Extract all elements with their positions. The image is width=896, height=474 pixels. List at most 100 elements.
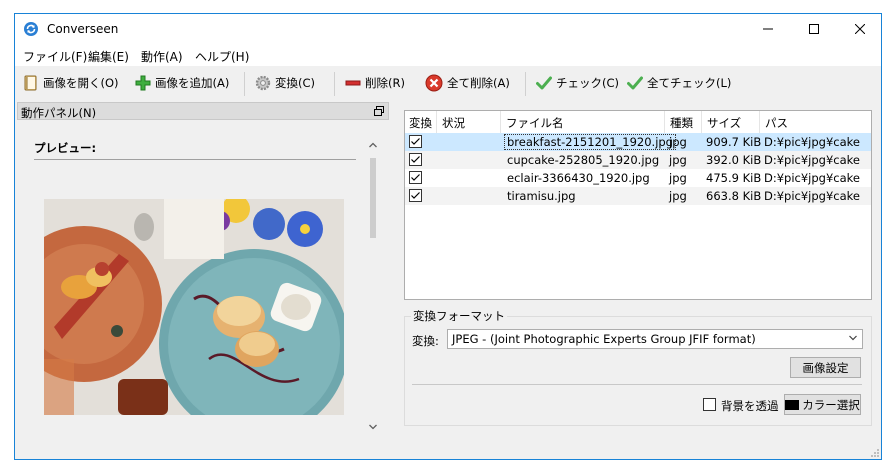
format-group-title: 変換フォーマット — [411, 308, 507, 324]
table-row[interactable]: breakfast-2151201_1920.jpg jpg 909.7 KiB… — [405, 133, 871, 151]
checkmark-icon — [411, 156, 420, 163]
column-header-type[interactable]: 種類 — [665, 111, 702, 133]
plus-icon — [135, 75, 151, 91]
image-settings-button[interactable]: 画像設定 — [790, 357, 861, 378]
type-cell: jpg — [669, 135, 687, 149]
checkmark-icon — [536, 76, 552, 90]
preview-scrollbar[interactable] — [367, 140, 379, 436]
menu-bar: ファイル(F) 編集(E) 動作(A) ヘルプ(H) — [15, 44, 881, 66]
preview-divider — [34, 159, 356, 160]
checkmark-icon — [411, 138, 420, 145]
check-all-button[interactable]: 全てチェック(L) — [627, 72, 731, 94]
scroll-up-icon[interactable] — [367, 140, 379, 150]
type-cell: jpg — [669, 153, 687, 167]
dock-panel-header: 動作パネル(N) — [17, 102, 389, 120]
path-cell: D:¥pic¥jpg¥cake — [764, 135, 860, 149]
chevron-down-icon — [849, 335, 857, 341]
scroll-down-icon[interactable] — [367, 422, 379, 432]
filename-cell: tiramisu.jpg — [507, 189, 576, 203]
color-select-button[interactable]: カラー選択 — [784, 394, 861, 415]
close-button[interactable] — [837, 14, 881, 44]
format-divider — [412, 384, 862, 385]
menu-help[interactable]: ヘルプ(H) — [195, 48, 249, 65]
table-row[interactable]: eclair-3366430_1920.jpg jpg 475.9 KiB D:… — [405, 169, 871, 187]
table-row[interactable]: tiramisu.jpg jpg 663.8 KiB D:¥pic¥jpg¥ca… — [405, 187, 871, 205]
row-checkbox[interactable] — [409, 171, 422, 184]
column-header-status[interactable]: 状況 — [437, 111, 501, 133]
checkmark-icon — [627, 76, 643, 90]
toolbar: 画像を開く(O) 画像を追加(A) 変換(C) 削除(R) 全て削除(A) チェ… — [15, 66, 881, 100]
menu-file[interactable]: ファイル(F) — [23, 48, 87, 65]
open-images-button[interactable]: 画像を開く(O) — [23, 72, 119, 94]
float-window-icon[interactable] — [374, 106, 384, 116]
open-images-label: 画像を開く(O) — [43, 76, 119, 90]
column-header-filename[interactable]: ファイル名 — [501, 111, 665, 133]
row-checkbox[interactable] — [409, 135, 422, 148]
convert-label: 変換(C) — [275, 76, 316, 90]
convert-button[interactable]: 変換(C) — [255, 72, 315, 94]
table-row[interactable]: cupcake-252805_1920.jpg jpg 392.0 KiB D:… — [405, 151, 871, 169]
main-window: Converseen ファイル(F) 編集(E) 動作(A) ヘルプ(H) 画像… — [14, 13, 882, 460]
book-icon — [24, 75, 37, 91]
row-checkbox[interactable] — [409, 189, 422, 202]
preview-image — [44, 199, 344, 415]
size-cell: 475.9 KiB — [706, 171, 762, 185]
toolbar-separator — [525, 72, 526, 96]
file-table[interactable]: 変換 状況 ファイル名 種類 サイズ パス breakfast-2151201_… — [404, 110, 872, 300]
color-swatch — [785, 399, 800, 410]
column-header-convert[interactable]: 変換 — [405, 111, 437, 133]
resize-grip-icon[interactable] — [870, 448, 880, 458]
filename-cell: cupcake-252805_1920.jpg — [507, 153, 660, 167]
toolbar-separator — [244, 72, 245, 96]
scrollbar-thumb[interactable] — [370, 158, 376, 238]
title-bar: Converseen — [15, 14, 881, 44]
preview-label: プレビュー: — [34, 141, 97, 155]
checkmark-icon — [411, 174, 420, 181]
type-cell: jpg — [669, 189, 687, 203]
path-cell: D:¥pic¥jpg¥cake — [764, 153, 860, 167]
path-cell: D:¥pic¥jpg¥cake — [764, 189, 860, 203]
dock-panel-title: 動作パネル(N) — [21, 106, 97, 120]
color-select-label: カラー選択 — [802, 397, 860, 412]
size-cell: 663.8 KiB — [706, 189, 762, 203]
menu-edit[interactable]: 編集(E) — [88, 48, 129, 65]
filename-cell: eclair-3366430_1920.jpg — [507, 171, 650, 185]
minimize-icon — [763, 28, 773, 30]
checkmark-icon — [411, 192, 420, 199]
window-title: Converseen — [47, 22, 119, 36]
delete-circle-icon — [425, 74, 443, 92]
size-cell: 392.0 KiB — [706, 153, 762, 167]
check-label: チェック(C) — [556, 76, 620, 90]
remove-all-label: 全て削除(A) — [447, 76, 510, 90]
minimize-button[interactable] — [745, 14, 791, 44]
toolbar-separator — [334, 72, 335, 96]
app-refresh-icon — [24, 22, 38, 36]
transparent-background-checkbox[interactable] — [703, 398, 716, 411]
close-icon — [855, 24, 865, 34]
check-all-label: 全てチェック(L) — [647, 76, 732, 90]
column-header-path[interactable]: パス — [760, 111, 871, 133]
image-settings-label: 画像設定 — [802, 360, 849, 375]
minus-icon — [345, 80, 361, 86]
remove-button[interactable]: 削除(R) — [345, 72, 405, 94]
maximize-button[interactable] — [791, 14, 837, 44]
check-button[interactable]: チェック(C) — [536, 72, 619, 94]
type-cell: jpg — [669, 171, 687, 185]
gear-icon — [255, 75, 271, 91]
remove-all-button[interactable]: 全て削除(A) — [425, 72, 510, 94]
add-images-label: 画像を追加(A) — [155, 76, 230, 90]
size-cell: 909.7 KiB — [706, 135, 762, 149]
preview-panel: プレビュー: — [17, 120, 389, 436]
transparent-background-label: 背景を透過 — [721, 399, 779, 413]
maximize-icon — [809, 24, 819, 34]
add-images-button[interactable]: 画像を追加(A) — [135, 72, 229, 94]
remove-label: 削除(R) — [365, 76, 405, 90]
filename-cell: breakfast-2151201_1920.jpg — [504, 134, 676, 150]
row-checkbox[interactable] — [409, 153, 422, 166]
format-selected-value: JPEG - (Joint Photographic Experts Group… — [452, 332, 756, 346]
format-select[interactable]: JPEG - (Joint Photographic Experts Group… — [447, 329, 863, 349]
menu-action[interactable]: 動作(A) — [141, 48, 183, 65]
column-header-size[interactable]: サイズ — [702, 111, 760, 133]
format-label: 変換: — [412, 334, 439, 348]
path-cell: D:¥pic¥jpg¥cake — [764, 171, 860, 185]
